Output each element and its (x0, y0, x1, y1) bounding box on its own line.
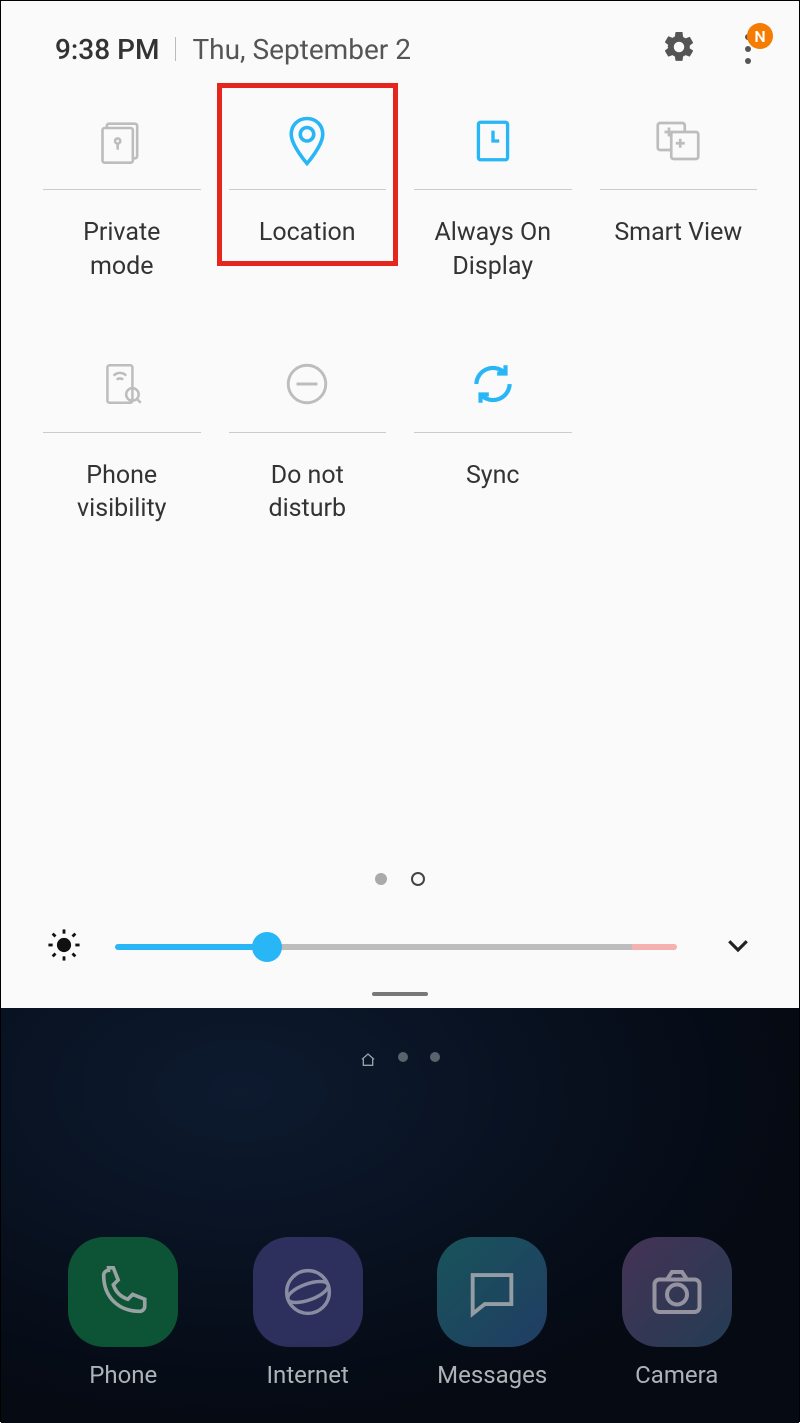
tile-label: Do not disturb (268, 459, 346, 527)
page-dot (398, 1052, 408, 1062)
app-messages[interactable]: Messages (437, 1237, 547, 1389)
home-icon (360, 1052, 376, 1072)
camera-icon (622, 1237, 732, 1347)
messages-icon (437, 1237, 547, 1347)
page-dot (375, 873, 387, 885)
tile-label: Smart View (614, 216, 742, 250)
clock-time: 9:38 PM (55, 33, 159, 66)
tile-sync[interactable]: Sync (414, 340, 572, 527)
phone-icon (68, 1237, 178, 1347)
tile-private-mode[interactable]: Private mode (43, 97, 201, 284)
clock-date: Thu, September 2 (192, 33, 661, 66)
page-indicator[interactable] (1, 872, 799, 908)
brightness-slider[interactable] (115, 944, 677, 950)
app-label: Phone (89, 1361, 157, 1389)
quick-settings-grid: Private mode Location Always On Display (1, 81, 799, 526)
tile-label: Always On Display (434, 216, 551, 284)
sync-icon (468, 359, 518, 413)
overflow-menu-icon[interactable]: N (739, 29, 767, 69)
tile-location[interactable]: Location (229, 97, 387, 284)
app-internet[interactable]: Internet (253, 1237, 363, 1389)
brightness-icon (47, 928, 81, 966)
tile-label: Private mode (83, 216, 160, 284)
private-mode-icon (96, 115, 148, 171)
phone-visibility-icon (97, 359, 147, 413)
tile-label: Location (259, 216, 356, 250)
page-dot (430, 1052, 440, 1062)
settings-icon[interactable] (661, 29, 697, 69)
page-dot-active (411, 872, 425, 886)
app-label: Internet (267, 1361, 349, 1389)
home-screen: Phone Internet Messages Camera (1, 1008, 799, 1423)
notification-badge: N (747, 23, 773, 49)
app-label: Camera (635, 1361, 718, 1389)
tile-phone-visibility[interactable]: Phone visibility (43, 340, 201, 527)
brightness-row (1, 908, 799, 986)
tile-label: Phone visibility (77, 459, 166, 527)
tile-do-not-disturb[interactable]: Do not disturb (229, 340, 387, 527)
app-dock: Phone Internet Messages Camera (1, 1237, 799, 1389)
smart-view-icon (651, 114, 705, 172)
status-bar: 9:38 PM Thu, September 2 N (1, 1, 799, 81)
tile-label: Sync (466, 459, 520, 493)
tile-always-on-display[interactable]: Always On Display (414, 97, 572, 284)
app-phone[interactable]: Phone (68, 1237, 178, 1389)
always-on-display-icon (468, 116, 518, 170)
divider (175, 37, 176, 61)
app-label: Messages (437, 1361, 547, 1389)
tile-smart-view[interactable]: Smart View (600, 97, 758, 284)
panel-drag-handle[interactable] (1, 992, 799, 1008)
app-camera[interactable]: Camera (622, 1237, 732, 1389)
notification-panel: 9:38 PM Thu, September 2 N Private mode (1, 1, 799, 1008)
internet-icon (253, 1237, 363, 1347)
home-page-indicator[interactable] (1, 1008, 799, 1072)
slider-thumb[interactable] (252, 932, 282, 962)
do-not-disturb-icon (282, 359, 332, 413)
expand-icon[interactable] (723, 930, 753, 964)
location-icon (280, 114, 334, 172)
